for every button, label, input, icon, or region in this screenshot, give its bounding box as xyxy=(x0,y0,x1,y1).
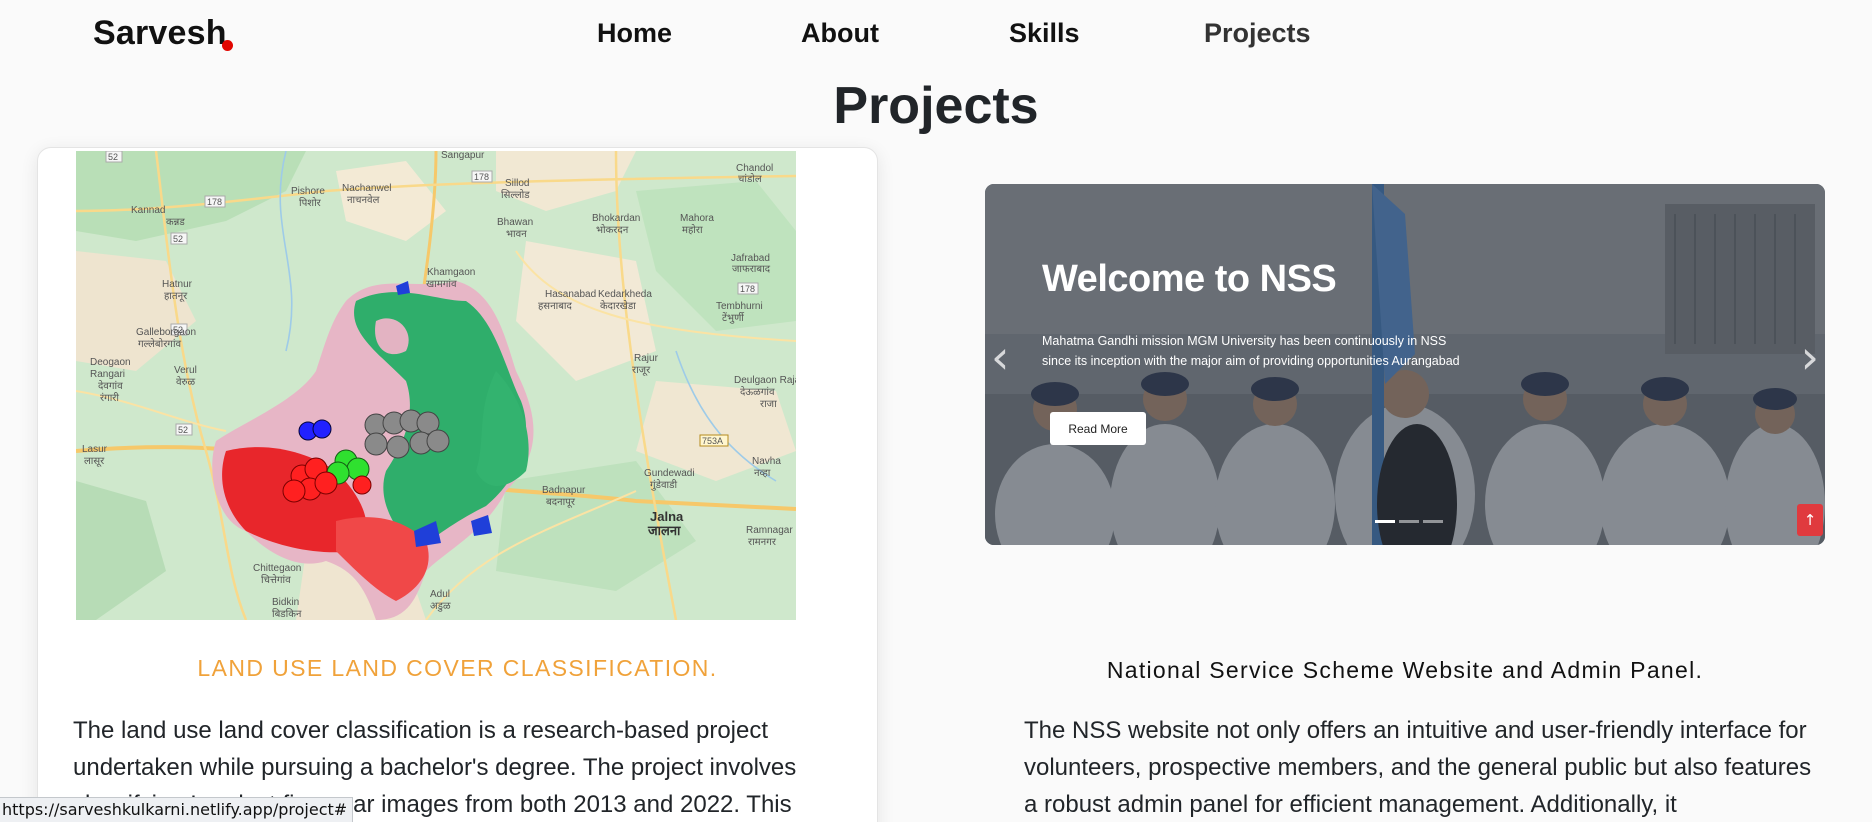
map-shield: 178 xyxy=(207,197,222,207)
svg-text:Pishore: Pishore xyxy=(291,186,325,197)
svg-text:Sangapur: Sangapur xyxy=(441,151,485,161)
svg-text:पिशोर: पिशोर xyxy=(299,197,322,209)
carousel-indicator[interactable] xyxy=(1399,520,1419,523)
nav-link-projects[interactable]: Projects xyxy=(1204,18,1311,49)
map-svg: 52 178 178 52 178 52 52 753A Sangapur Pi… xyxy=(76,151,796,620)
svg-text:Mahora: Mahora xyxy=(680,213,714,224)
project-title-lulc: LAND USE LAND COVER CLASSIFICATION. xyxy=(197,655,718,681)
svg-text:Hasanabad: Hasanabad xyxy=(545,289,596,300)
svg-text:महोरा: महोरा xyxy=(682,224,703,236)
project-title-nss: National Service Scheme Website and Admi… xyxy=(1106,657,1704,683)
svg-text:Deulgaon Raja: Deulgaon Raja xyxy=(734,375,796,386)
svg-text:चांडोल: चांडोल xyxy=(738,173,762,185)
svg-text:सिल्लोड: सिल्लोड xyxy=(501,189,530,201)
svg-text:गल्लेबोरगांव: गल्लेबोरगांव xyxy=(138,338,182,350)
svg-text:राजूर: राजूर xyxy=(632,365,651,376)
nav-link-skills[interactable]: Skills xyxy=(1009,18,1080,49)
svg-text:देऊळगांव: देऊळगांव xyxy=(740,386,775,398)
svg-text:Hatnur: Hatnur xyxy=(162,279,193,290)
svg-text:रंगारी: रंगारी xyxy=(100,392,119,404)
svg-text:राजा: राजा xyxy=(760,399,777,410)
svg-text:Chandol: Chandol xyxy=(736,163,773,174)
svg-text:नाचनवेल: नाचनवेल xyxy=(347,194,380,206)
svg-text:चित्तेगांव: चित्तेगांव xyxy=(261,574,291,586)
svg-text:Navha: Navha xyxy=(752,456,781,467)
svg-text:रामनगर: रामनगर xyxy=(748,537,777,548)
svg-text:Nachanwel: Nachanwel xyxy=(342,183,391,194)
chevron-left-icon[interactable]: ‹ xyxy=(991,334,1009,380)
svg-text:Chittegaon: Chittegaon xyxy=(253,563,301,574)
svg-text:Deogaon: Deogaon xyxy=(90,357,131,368)
carousel-indicator[interactable] xyxy=(1423,520,1443,523)
svg-text:Gundewadi: Gundewadi xyxy=(644,468,695,479)
svg-text:Badnapur: Badnapur xyxy=(542,485,586,496)
svg-text:लासूर: लासूर xyxy=(84,456,105,467)
svg-text:बदनापूर: बदनापूर xyxy=(546,497,576,508)
chevron-right-icon[interactable]: › xyxy=(1801,334,1819,380)
nav-link-home[interactable]: Home xyxy=(597,18,672,49)
nav-link-about[interactable]: About xyxy=(801,18,879,49)
map-shield: 178 xyxy=(740,284,755,294)
section-title: Projects xyxy=(833,77,1039,135)
svg-text:देवगांव: देवगांव xyxy=(98,380,123,392)
svg-text:नव्हा: नव्हा xyxy=(754,468,771,479)
brand-logo[interactable]: Sarvesh xyxy=(93,14,227,53)
svg-text:अडुळ: अडुळ xyxy=(430,601,451,612)
carousel-indicator[interactable] xyxy=(1375,520,1395,523)
svg-text:जालना: जालना xyxy=(647,523,681,538)
svg-text:वेरुळ: वेरुळ xyxy=(176,376,196,388)
svg-text:Kannad: Kannad xyxy=(131,205,165,216)
svg-text:Bhawan: Bhawan xyxy=(497,217,533,228)
svg-text:हसनाबाद: हसनाबाद xyxy=(538,301,573,312)
svg-text:Galleborgaon: Galleborgaon xyxy=(136,327,196,338)
brand-dot-icon xyxy=(222,40,233,51)
svg-text:Bhokardan: Bhokardan xyxy=(592,213,640,224)
svg-text:Verul: Verul xyxy=(174,365,197,376)
svg-text:बिडकिन: बिडकिन xyxy=(272,608,302,620)
svg-text:Tembhurni: Tembhurni xyxy=(716,301,763,312)
svg-text:गुंडेवाडी: गुंडेवाडी xyxy=(650,479,677,491)
read-more-button[interactable]: Read More xyxy=(1050,412,1146,445)
svg-text:Bidkin: Bidkin xyxy=(272,597,299,608)
status-bar-url: https://sarveshkulkarni.netlify.app/proj… xyxy=(0,797,354,822)
project-description-nss: The NSS website not only offers an intui… xyxy=(1024,717,1812,818)
svg-text:Rangari: Rangari xyxy=(90,369,125,380)
svg-text:Sillod: Sillod xyxy=(505,178,529,189)
project-map-image: 52 178 178 52 178 52 52 753A Sangapur Pi… xyxy=(76,151,796,620)
svg-text:भावन: भावन xyxy=(506,229,527,240)
svg-text:केदारखेडा: केदारखेडा xyxy=(600,300,636,312)
arrow-up-icon[interactable]: ↑ xyxy=(1797,504,1823,536)
carousel-indicators xyxy=(1375,520,1443,523)
svg-text:जाफराबाद: जाफराबाद xyxy=(732,264,771,275)
map-shield: 52 xyxy=(178,425,188,435)
svg-text:Lasur: Lasur xyxy=(82,444,108,455)
carousel-slide-text: Mahatma Gandhi mission MGM University ha… xyxy=(1042,334,1460,368)
svg-text:हातनूर: हातनूर xyxy=(164,291,188,302)
svg-text:भोकरदन: भोकरदन xyxy=(596,224,629,236)
svg-text:Khamgaon: Khamgaon xyxy=(427,267,475,278)
navbar: Sarvesh Home About Skills Projects xyxy=(0,0,1872,72)
map-shield: 753A xyxy=(702,436,723,446)
map-shield: 178 xyxy=(474,172,489,182)
svg-text:Jalna: Jalna xyxy=(650,509,684,524)
map-shield: 52 xyxy=(108,152,118,162)
svg-text:टेंभुर्णी: टेंभुर्णी xyxy=(722,312,744,324)
svg-text:Rajur: Rajur xyxy=(634,353,659,364)
svg-text:कन्नड: कन्नड xyxy=(166,217,185,228)
svg-text:खामगांव: खामगांव xyxy=(426,278,457,290)
carousel-slide-title: Welcome to NSS xyxy=(1042,258,1337,300)
svg-text:Jafrabad: Jafrabad xyxy=(731,253,770,264)
map-shield: 52 xyxy=(173,234,183,244)
svg-text:Kedarkheda: Kedarkheda xyxy=(598,289,652,300)
svg-text:Adul: Adul xyxy=(430,589,450,600)
nss-carousel: Welcome to NSS Mahatma Gandhi mission MG… xyxy=(985,184,1825,545)
svg-text:Ramnagar: Ramnagar xyxy=(746,525,793,536)
